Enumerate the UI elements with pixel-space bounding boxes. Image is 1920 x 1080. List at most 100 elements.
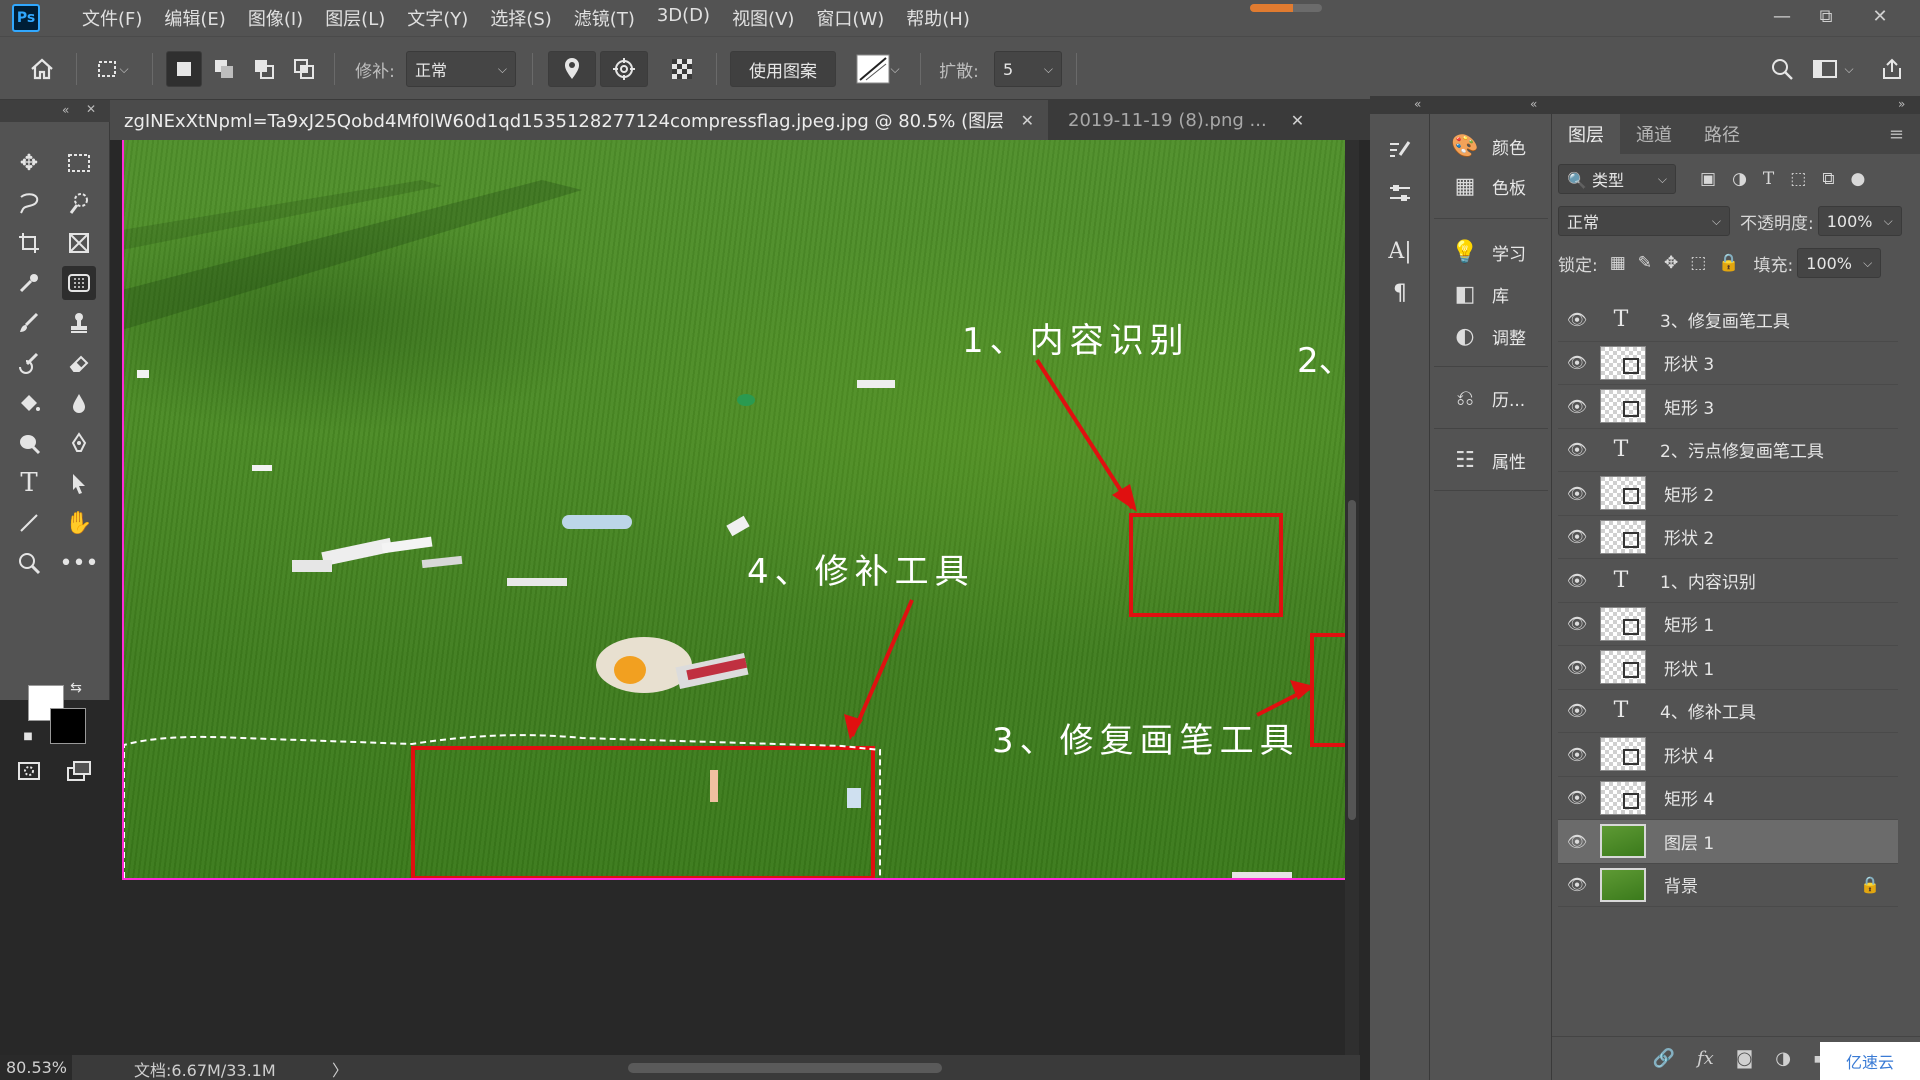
collapse-icon[interactable]: « (62, 103, 69, 117)
screen-mode-icon[interactable] (62, 754, 96, 788)
filter-smart-object-icon[interactable]: ⧉ (1822, 169, 1834, 189)
tools-collapse-bar[interactable]: « ✕ (0, 100, 110, 122)
vertical-scrollbar[interactable] (1345, 140, 1359, 1055)
link-icon[interactable]: 🔗 (1653, 1048, 1675, 1069)
type-tool-icon[interactable]: T (12, 466, 46, 500)
visibility-eye-icon[interactable]: 👁 (1558, 310, 1596, 329)
layer-row[interactable]: 👁 T 3、修复画笔工具 (1558, 298, 1898, 342)
layer-row[interactable]: 👁 T 1、内容识别 (1558, 559, 1898, 603)
history-brush-tool-icon[interactable] (12, 346, 46, 380)
menu-file[interactable]: 文件(F) (82, 5, 142, 31)
selection-new-button[interactable] (166, 51, 202, 87)
menu-view[interactable]: 视图(V) (732, 5, 794, 31)
diffusion-select[interactable]: 5 ⌵ (994, 51, 1062, 87)
filter-pixel-icon[interactable]: ▣ (1700, 169, 1716, 189)
patch-tool-icon[interactable] (62, 266, 96, 300)
layer-name[interactable]: 图层 1 (1664, 829, 1714, 854)
layer-name[interactable]: 3、修复画笔工具 (1660, 307, 1790, 332)
default-colors-icon[interactable]: ■ (20, 728, 36, 744)
brush-settings-icon[interactable] (1383, 134, 1417, 168)
pen-tool-icon[interactable] (62, 426, 96, 460)
filter-kind-select[interactable]: 🔍 类型 ⌵ (1558, 164, 1676, 194)
layer-name[interactable]: 形状 1 (1664, 655, 1714, 680)
move-tool-icon[interactable]: ✥ (12, 146, 46, 180)
visibility-eye-icon[interactable]: 👁 (1558, 614, 1596, 633)
menu-filter[interactable]: 滤镜(T) (574, 5, 635, 31)
visibility-eye-icon[interactable]: 👁 (1558, 875, 1596, 894)
background-color-swatch[interactable] (50, 708, 86, 744)
stamp-tool-icon[interactable] (62, 306, 96, 340)
menu-type[interactable]: 文字(Y) (407, 5, 468, 31)
adjustments-panel-button[interactable]: ◐ 调整 (1430, 316, 1552, 356)
layer-row[interactable]: 👁 矩形 1 (1558, 603, 1898, 646)
paragraph-icon[interactable]: ¶ (1383, 276, 1417, 310)
layer-row[interactable]: 👁 矩形 2 (1558, 472, 1898, 516)
layer-name[interactable]: 形状 3 (1664, 350, 1714, 375)
layer-name[interactable]: 背景 (1664, 872, 1698, 897)
layer-row[interactable]: 👁 T 2、污点修复画笔工具 (1558, 429, 1898, 472)
quick-select-tool-icon[interactable] (62, 186, 96, 220)
layer-name[interactable]: 矩形 1 (1664, 611, 1714, 636)
layer-row[interactable]: 👁 形状 1 (1558, 646, 1898, 690)
fill-field[interactable]: 100% ⌵ (1797, 248, 1882, 278)
visibility-eye-icon[interactable]: 👁 (1558, 397, 1596, 416)
paint-bucket-tool-icon[interactable] (12, 386, 46, 420)
panel-menu-icon[interactable]: ≡ (1873, 114, 1920, 154)
lasso-tool-icon[interactable] (12, 186, 46, 220)
close-icon[interactable]: ✕ (1291, 111, 1304, 130)
adjustment-layer-icon[interactable]: ◑ (1775, 1048, 1791, 1069)
visibility-eye-icon[interactable]: 👁 (1558, 571, 1596, 590)
visibility-eye-icon[interactable]: 👁 (1558, 484, 1596, 503)
visibility-eye-icon[interactable]: 👁 (1558, 353, 1596, 372)
visibility-eye-icon[interactable]: 👁 (1558, 701, 1596, 720)
tab-channels[interactable]: 通道 (1620, 114, 1688, 154)
eyedropper-tool-icon[interactable] (12, 266, 46, 300)
visibility-eye-icon[interactable]: 👁 (1558, 745, 1596, 764)
layer-row[interactable]: 👁 形状 4 (1558, 733, 1898, 777)
frame-tool-icon[interactable] (62, 226, 96, 260)
learn-panel-button[interactable]: 💡 学习 (1430, 232, 1552, 272)
collapse-icon[interactable]: « (1530, 97, 1537, 111)
layer-name[interactable]: 矩形 3 (1664, 394, 1714, 419)
menu-3d[interactable]: 3D(D) (657, 5, 710, 31)
swatches-panel-button[interactable]: ▦ 色板 (1430, 166, 1552, 206)
history-panel-button[interactable]: ⎌ 历... (1430, 378, 1552, 418)
restore-button[interactable]: ⧉ (1806, 2, 1846, 30)
share-icon[interactable] (1874, 51, 1910, 87)
transparent-checkbox-icon[interactable] (664, 51, 700, 87)
selection-add-button[interactable] (206, 51, 242, 87)
collapse-icon[interactable]: » (1898, 97, 1905, 111)
layer-name[interactable]: 4、修补工具 (1660, 698, 1756, 723)
zoom-field[interactable]: 80.53% (0, 1055, 72, 1080)
layer-name[interactable]: 形状 2 (1664, 524, 1714, 549)
patch-mode-select[interactable]: 正常 ⌵ (406, 51, 516, 87)
lock-artboard-icon[interactable]: ⬚ (1690, 253, 1706, 273)
dodge-tool-icon[interactable] (12, 426, 46, 460)
layer-row[interactable]: 👁 形状 2 (1558, 516, 1898, 559)
lock-position-icon[interactable]: ✥ (1664, 253, 1678, 273)
use-pattern-button[interactable]: 使用图案 (730, 51, 836, 87)
blur-tool-icon[interactable] (62, 386, 96, 420)
menu-window[interactable]: 窗口(W) (816, 5, 884, 31)
layer-row[interactable]: 👁 T 4、修补工具 (1558, 690, 1898, 733)
more-tools-icon[interactable]: ••• (60, 546, 99, 580)
layer-row[interactable]: 👁 矩形 3 (1558, 385, 1898, 429)
filter-toggle-icon[interactable]: ● (1850, 169, 1865, 189)
layer-row[interactable]: 👁 矩形 4 (1558, 777, 1898, 820)
hand-tool-icon[interactable]: ✋ (62, 506, 96, 540)
selection-intersect-button[interactable] (286, 51, 322, 87)
crop-tool-icon[interactable] (12, 226, 46, 260)
libraries-panel-button[interactable]: ◧ 库 (1430, 274, 1552, 314)
visibility-eye-icon[interactable]: 👁 (1558, 527, 1596, 546)
visibility-eye-icon[interactable]: 👁 (1558, 658, 1596, 677)
lock-all-icon[interactable]: 🔒 (1718, 253, 1739, 273)
layer-name[interactable]: 形状 4 (1664, 742, 1714, 767)
destination-button[interactable] (600, 51, 648, 87)
visibility-eye-icon[interactable]: 👁 (1558, 832, 1596, 851)
properties-panel-button[interactable]: ☷ 属性 (1430, 440, 1552, 480)
menu-help[interactable]: 帮助(H) (906, 5, 970, 31)
menu-layer[interactable]: 图层(L) (325, 5, 385, 31)
document-info[interactable]: 文档:6.67M/33.1M (134, 1057, 276, 1080)
menu-image[interactable]: 图像(I) (248, 5, 303, 31)
close-icon[interactable]: ✕ (86, 102, 96, 116)
